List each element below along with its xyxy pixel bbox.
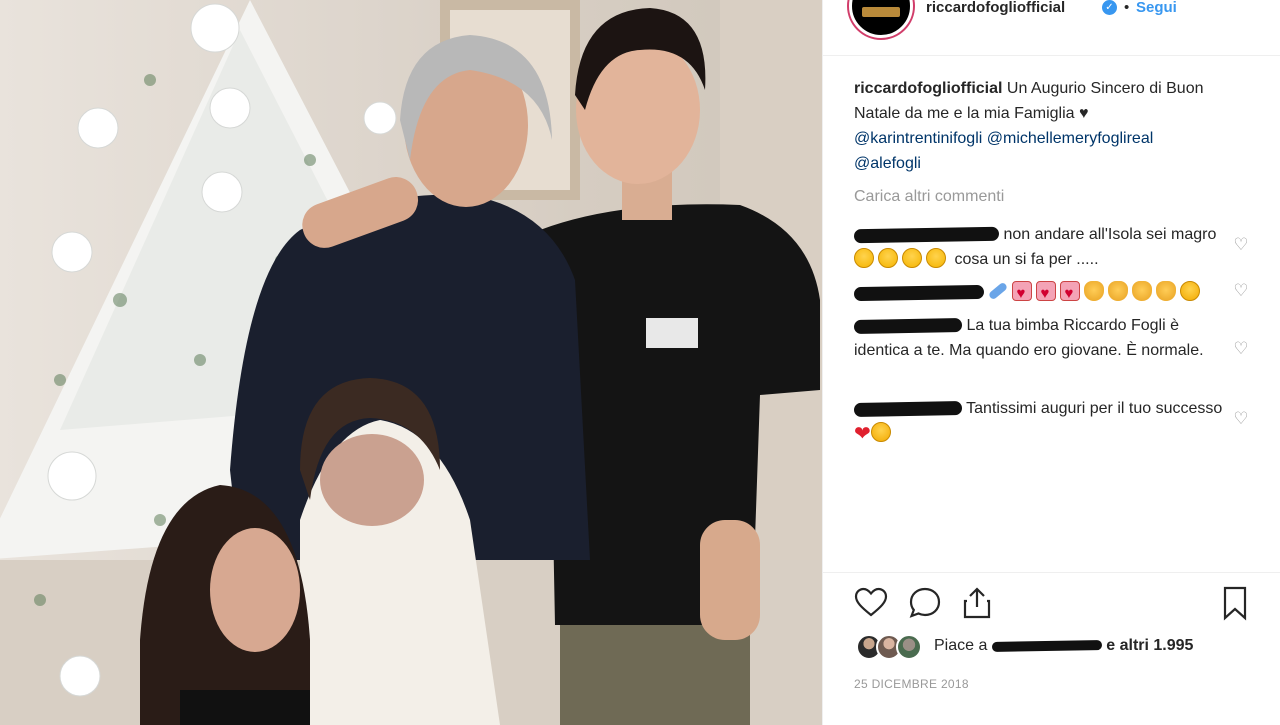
header-separator: • — [1124, 0, 1130, 16]
clap-emoji-icon — [1156, 281, 1177, 301]
clap-emoji-icon — [1108, 281, 1129, 301]
like-heart-icon[interactable] — [853, 585, 889, 621]
comment-item — [853, 280, 1224, 306]
comment-text-continued: cosa un si fa per ..... — [950, 251, 1099, 268]
header-username[interactable]: riccardofogliofficial — [926, 0, 1065, 16]
likes-prefix: Piace a — [934, 637, 992, 654]
heart-box-emoji-icon — [1012, 281, 1033, 306]
mention-link[interactable]: @michellemeryfoglireal — [987, 130, 1154, 147]
comment-like-icon[interactable]: ♡ — [1231, 339, 1251, 359]
avatar-logo — [862, 7, 900, 17]
post-actions-bar — [853, 585, 1253, 621]
comment-item: Tantissimi auguri per il tuo successo ❤ — [853, 396, 1224, 447]
red-heart-emoji-icon: ❤ — [854, 423, 871, 445]
clap-emoji-icon — [1084, 281, 1105, 301]
profile-avatar[interactable] — [849, 0, 913, 38]
share-icon[interactable] — [959, 585, 995, 621]
kiss-emoji-icon — [870, 422, 891, 442]
photo-illustration — [0, 0, 822, 725]
man-arm — [700, 520, 760, 640]
mention-link[interactable]: @alefogli — [854, 155, 921, 172]
syringe-emoji-icon — [988, 281, 1009, 301]
liker-avatar — [896, 634, 922, 660]
caption-username[interactable]: riccardofogliofficial — [854, 80, 1002, 97]
likes-summary[interactable]: Piace a e altri 1.995 — [856, 633, 1266, 661]
post-sidebar: riccardofogliofficial ✓ • Segui riccardo… — [822, 0, 1280, 725]
laughing-emoji-icon — [854, 248, 874, 268]
load-more-comments-button[interactable]: Carica altri commenti — [854, 188, 1004, 206]
post-photo — [0, 0, 822, 725]
comment-username-redacted[interactable] — [853, 317, 963, 334]
comment-item: non andare all'Isola sei magro cosa un s… — [853, 222, 1224, 272]
redaction-scribble — [853, 400, 963, 417]
heart-box-emoji-icon — [1060, 281, 1081, 306]
follow-button[interactable]: Segui — [1136, 0, 1177, 16]
laughing-emoji-icon — [878, 248, 898, 268]
tshirt-patch — [646, 318, 698, 348]
comment-item: La tua bimba Riccardo Fogli è identica a… — [853, 313, 1224, 363]
likes-text: Piace a e altri 1.995 — [934, 637, 1193, 655]
post-caption: riccardofogliofficial Un Augurio Sincero… — [854, 76, 1234, 176]
actions-divider — [823, 572, 1280, 573]
woman-top — [180, 690, 310, 725]
comment-username-redacted[interactable] — [853, 400, 963, 417]
redaction-scribble — [991, 639, 1102, 652]
girl-face-blurred — [320, 434, 424, 526]
kiss-emoji-icon — [1180, 281, 1201, 301]
post-header: riccardofogliofficial ✓ • Segui — [823, 0, 1280, 56]
comment-username-redacted[interactable] — [853, 226, 1000, 244]
clap-emoji-icon — [1132, 281, 1153, 301]
laughing-emoji-icon — [926, 248, 946, 268]
save-bookmark-icon[interactable] — [1217, 585, 1253, 621]
woman-face — [210, 528, 300, 652]
comment-username-redacted[interactable] — [853, 284, 985, 301]
comment-text: non andare all'Isola sei magro — [999, 226, 1217, 243]
mention-link[interactable]: @karintrentinifogli — [854, 130, 982, 147]
comment-like-icon[interactable]: ♡ — [1231, 281, 1251, 301]
redaction-scribble — [853, 317, 963, 334]
verified-badge-icon: ✓ — [1102, 0, 1117, 15]
post-date[interactable]: 25 DICEMBRE 2018 — [854, 677, 969, 691]
comment-like-icon[interactable]: ♡ — [1231, 235, 1251, 255]
redaction-scribble — [853, 284, 985, 301]
redaction-scribble — [853, 226, 1000, 244]
comment-bubble-icon[interactable] — [907, 585, 943, 621]
laughing-emoji-icon — [902, 248, 922, 268]
comment-text: Tantissimi auguri per il tuo successo — [962, 400, 1223, 417]
likes-count: e altri 1.995 — [1101, 637, 1194, 654]
heart-box-emoji-icon — [1036, 281, 1057, 306]
comment-like-icon[interactable]: ♡ — [1231, 409, 1251, 429]
